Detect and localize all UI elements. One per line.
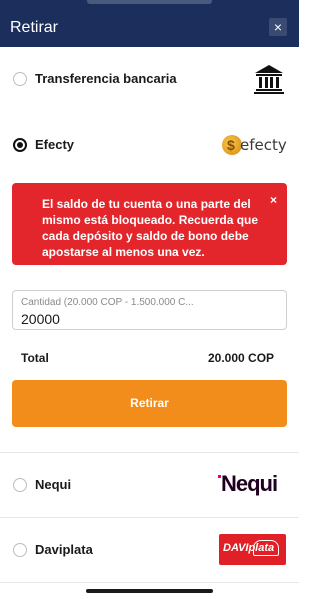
home-indicator bbox=[86, 589, 213, 593]
nequi-logo-text: Nequi bbox=[221, 471, 278, 496]
divider bbox=[0, 582, 299, 583]
radio-bank-transfer[interactable] bbox=[13, 72, 27, 86]
amount-value[interactable]: 20000 bbox=[21, 311, 60, 327]
option-label: Nequi bbox=[35, 477, 72, 492]
coin-icon: $ bbox=[222, 135, 242, 155]
daviplata-logo: DAVIplata bbox=[219, 534, 286, 565]
withdraw-button[interactable]: Retirar bbox=[12, 380, 287, 427]
daviplata-logo-text: DAVIplata bbox=[223, 542, 275, 554]
close-button[interactable]: × bbox=[269, 18, 287, 36]
radio-nequi[interactable] bbox=[13, 478, 27, 492]
status-bar bbox=[0, 0, 299, 10]
radio-daviplata[interactable] bbox=[13, 543, 27, 557]
header: Retirar × bbox=[0, 10, 299, 47]
status-pill bbox=[87, 0, 212, 4]
efecty-logo-text: efecty bbox=[240, 136, 287, 154]
page-title: Retirar bbox=[10, 19, 59, 36]
alert-message: El saldo de tu cuenta o una parte del mi… bbox=[42, 197, 259, 259]
option-label: Transferencia bancaria bbox=[35, 71, 177, 86]
blocked-balance-alert: El saldo de tu cuenta o una parte del mi… bbox=[12, 183, 287, 265]
nequi-logo: Nequi bbox=[218, 471, 286, 497]
bank-icon bbox=[254, 65, 284, 94]
option-label: Daviplata bbox=[35, 542, 93, 557]
efecty-logo: $ efecty bbox=[222, 134, 287, 156]
amount-field[interactable]: Cantidad (20.000 COP - 1.500.000 C... 20… bbox=[12, 290, 287, 330]
total-value: 20.000 COP bbox=[208, 351, 275, 365]
alert-close-icon[interactable]: × bbox=[270, 193, 277, 207]
radio-efecty[interactable] bbox=[13, 138, 27, 152]
option-label: Efecty bbox=[35, 137, 75, 152]
amount-placeholder: Cantidad (20.000 COP - 1.500.000 C... bbox=[21, 297, 194, 308]
total-label: Total bbox=[21, 351, 49, 365]
